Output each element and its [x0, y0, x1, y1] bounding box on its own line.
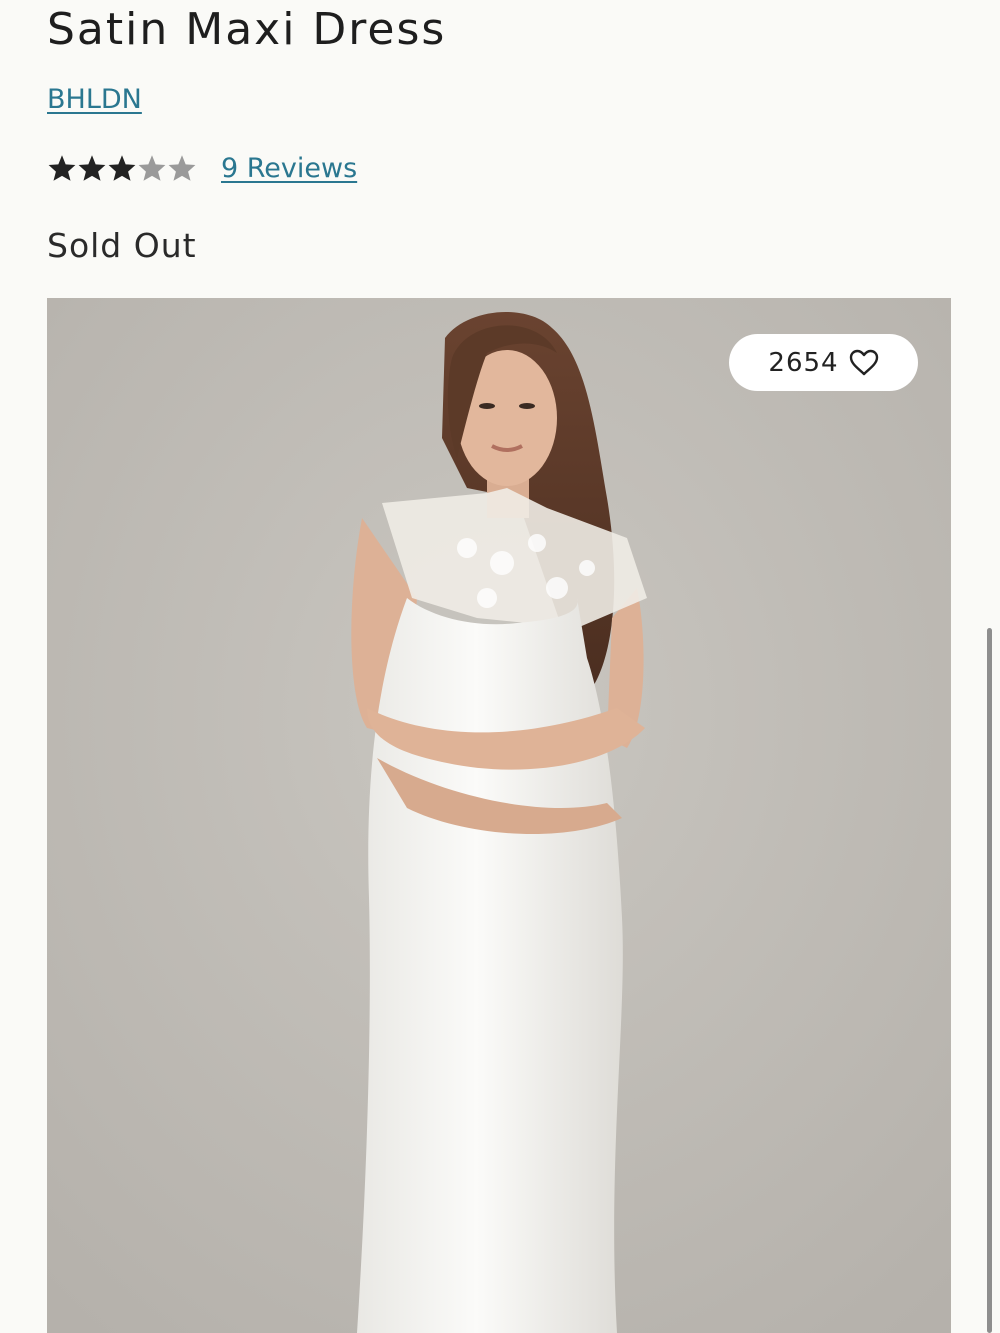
star-empty-icon [138, 155, 166, 181]
product-image[interactable]: 2654 [47, 298, 951, 1333]
star-empty-icon [168, 155, 196, 181]
scrollbar[interactable] [987, 628, 992, 1333]
like-button[interactable]: 2654 [729, 334, 918, 391]
like-count: 2654 [768, 347, 839, 378]
brand-link[interactable]: BHLDN [47, 84, 142, 115]
reviews-link[interactable]: 9 Reviews [221, 153, 357, 184]
star-filled-icon [108, 155, 136, 181]
rating-row: 9 Reviews [47, 152, 357, 184]
product-title: Satin Maxi Dress [47, 4, 447, 55]
stock-status: Sold Out [47, 226, 197, 265]
star-filled-icon [78, 155, 106, 181]
star-filled-icon [48, 155, 76, 181]
heart-outline-icon [849, 349, 879, 376]
model-photo [47, 298, 951, 1333]
star-rating [47, 154, 197, 182]
